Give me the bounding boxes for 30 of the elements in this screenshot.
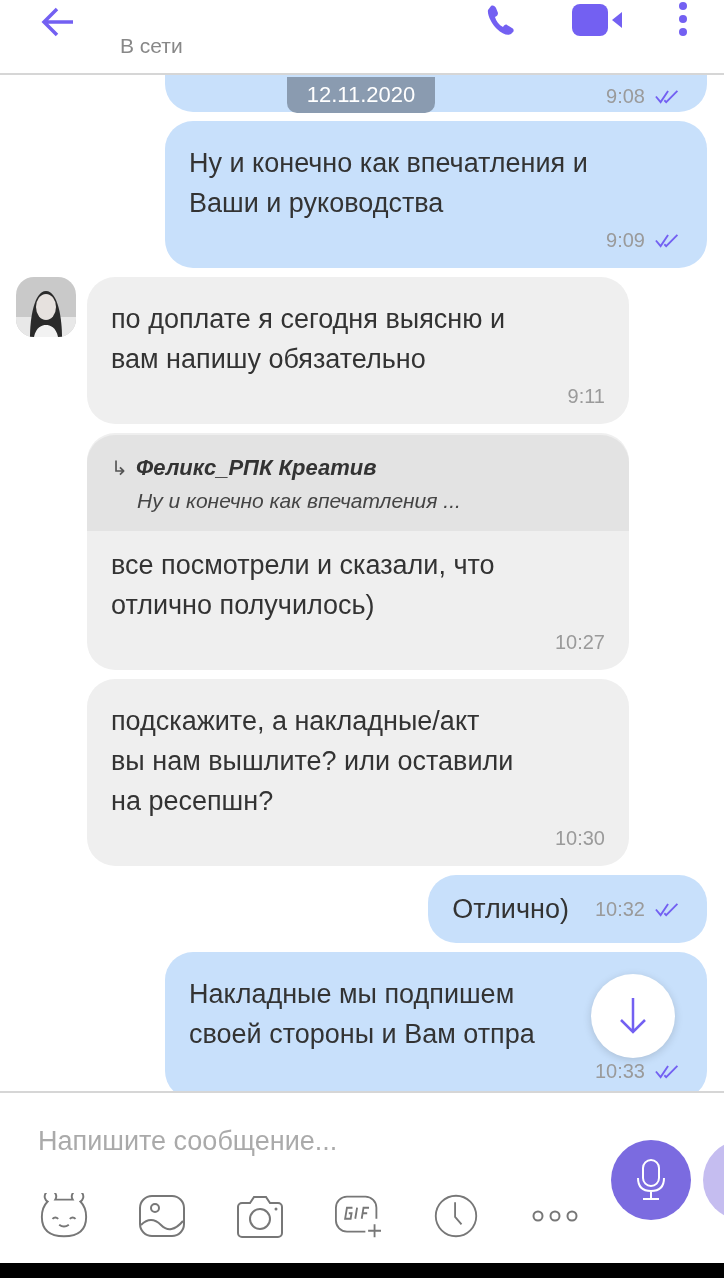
message-time: 9:09: [606, 228, 645, 252]
phone-icon[interactable]: [485, 4, 517, 38]
microphone-icon: [636, 1158, 666, 1203]
gif-icon[interactable]: [332, 1193, 384, 1240]
message-text: Отлично): [452, 892, 569, 926]
arrow-down-icon: [618, 995, 648, 1036]
reply-author: Феликс_РПК Креатив: [136, 454, 377, 481]
camera-icon[interactable]: [234, 1193, 286, 1240]
message-text: все посмотрели и сказали, что отлично получилось): [111, 548, 495, 622]
message-time: 10:30: [554, 826, 605, 850]
message-time: 10:33: [594, 1059, 645, 1083]
more-icon[interactable]: [678, 2, 688, 36]
message-time: 10:32: [594, 898, 645, 922]
message-time: 9:11: [567, 384, 605, 408]
sticker-icon[interactable]: [38, 1193, 90, 1240]
message-time: 9:08: [606, 84, 645, 108]
message-text: по доплате я сегодня выясню и вам напишу обязательно: [111, 302, 505, 376]
gallery-icon[interactable]: [136, 1193, 188, 1240]
reply-arrow: ↳: [111, 455, 128, 480]
contact-status: В сети: [120, 34, 183, 58]
message-input[interactable]: Напишите сообщение...: [38, 1121, 458, 1162]
reply-text: Ну и конечно как впечатления ...: [136, 488, 462, 513]
message-text: Ну и конечно как впечатления и Ваши и руководства: [189, 146, 588, 220]
reply-quote[interactable]: ↳ Феликс_РПК Креатив Ну и конечно как впечатления ...: [87, 434, 629, 531]
video-call-icon[interactable]: [572, 4, 624, 36]
date-badge: 12.11.2020: [287, 76, 435, 113]
message-text: подскажите, а накладные/акт вы нам вышлите? или оставили на ресепшн?: [111, 704, 514, 818]
more-options-icon[interactable]: [532, 1210, 578, 1223]
message-text: Накладные мы подпишем своей стороны и Вам отпра: [189, 977, 535, 1051]
message-time: 10:27: [554, 630, 605, 654]
